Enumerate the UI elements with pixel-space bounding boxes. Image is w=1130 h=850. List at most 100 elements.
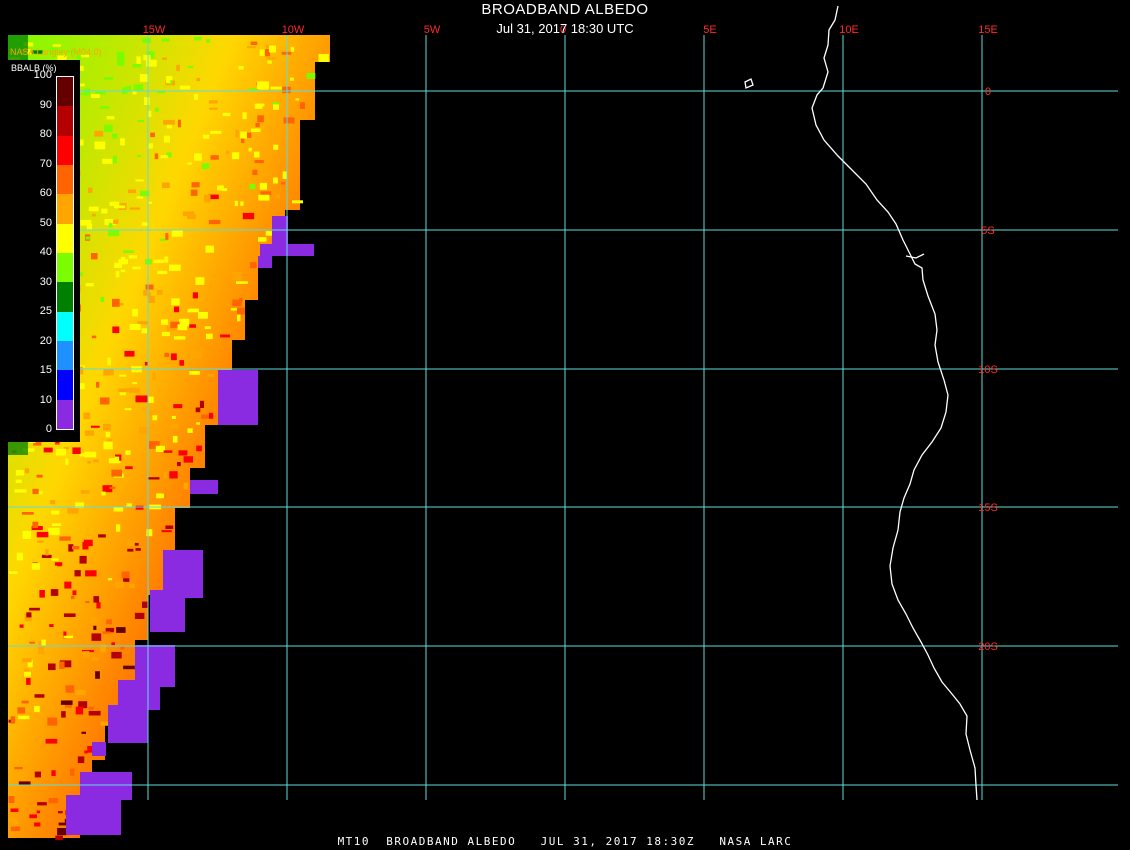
albedo-cell [10,826,21,831]
albedo-cell [41,639,46,647]
albedo-cell [94,141,106,150]
albedo-cell [65,685,75,693]
albedo-cell [51,510,60,515]
legend-swatch [57,253,73,283]
legend-swatch [57,165,73,195]
lat-label: 20S [978,641,998,653]
albedo-cell [182,211,195,216]
albedo-cell [174,306,180,313]
albedo-cell [207,373,215,377]
albedo-cell [99,397,110,405]
albedo-cell [85,570,97,577]
albedo-cell [83,88,91,96]
albedo-cell [24,671,31,677]
albedo-cell [208,219,221,225]
albedo-cell [199,400,204,408]
albedo-cell [170,353,177,361]
albedo-cell [161,38,170,42]
albedo-cell [100,296,104,303]
albedo-cell [165,233,169,240]
map-footer: MT10 BROADBAND ALBEDO JUL 31, 2017 18:30… [337,835,793,848]
albedo-cell [177,324,188,331]
albedo-cell [268,128,273,134]
albedo-cell [109,486,116,489]
albedo-cell [63,635,74,639]
albedo-cell [164,471,168,479]
albedo-cell [71,595,75,600]
albedo-cell [238,66,244,70]
albedo-cell [50,589,59,596]
albedo-cell [39,590,45,598]
albedo-cell [124,408,132,411]
albedo-cell [113,219,119,224]
albedo-cell [80,490,90,494]
albedo-cell [105,431,111,438]
albedo-cell [162,57,167,60]
albedo-cell [249,183,256,190]
albedo-cell [189,324,196,328]
legend-tick-label: 10 [39,393,52,406]
albedo-cell [90,617,98,623]
legend-swatch [57,106,73,136]
albedo-cell [205,245,215,253]
albedo-cell [179,360,184,366]
albedo-cell [128,583,135,588]
albedo-cell [85,601,90,604]
albedo-cell [112,298,120,307]
albedo-cell [36,531,49,538]
albedo-cell [240,131,247,139]
albedo-cell [114,456,120,462]
albedo-cell [242,112,247,120]
lat-label: 5S [981,225,994,237]
albedo-cell [117,59,125,66]
albedo-cell [98,534,106,538]
albedo-cell [94,130,104,137]
albedo-cell [115,271,120,278]
albedo-cell [204,326,211,330]
albedo-cell [87,461,91,464]
no-data-block [190,480,218,494]
lat-label: 15S [978,502,998,514]
albedo-cell [299,102,305,109]
albedo-cell [93,459,99,463]
albedo-cell [240,201,244,206]
albedo-cell [201,163,210,169]
legend-swatch [57,77,73,107]
albedo-cell [22,531,32,539]
albedo-cell [220,334,231,338]
albedo-cell [171,230,183,237]
albedo-cell [163,135,170,143]
albedo-cell [283,117,295,124]
albedo-cell [262,172,271,177]
albedo-cell [254,160,264,164]
albedo-cell [51,770,56,776]
albedo-cell [10,808,19,812]
albedo-cell [273,104,279,110]
albedo-cell [15,479,22,483]
albedo-cell [132,382,137,385]
albedo-cell [107,439,113,442]
albedo-cell [154,153,159,160]
albedo-cell [103,368,114,376]
albedo-cell [72,546,80,550]
albedo-cell [232,272,243,280]
albedo-cell [129,324,141,330]
albedo-cell [112,133,118,139]
albedo-cell [222,188,228,192]
albedo-cell [235,129,239,138]
albedo-cell [34,771,41,778]
albedo-cell [152,371,156,380]
albedo-cell [163,119,175,125]
albedo-cell [193,36,202,41]
albedo-cell [59,536,71,541]
albedo-cell [24,468,30,474]
legend-swatch [57,135,73,166]
albedo-cell [116,524,121,532]
albedo-cell [273,177,278,184]
coastline-island [744,78,754,89]
albedo-cell [194,94,199,100]
albedo-cell [57,632,64,635]
albedo-cell [289,77,294,81]
albedo-cell [155,445,165,452]
albedo-cell [268,45,276,53]
